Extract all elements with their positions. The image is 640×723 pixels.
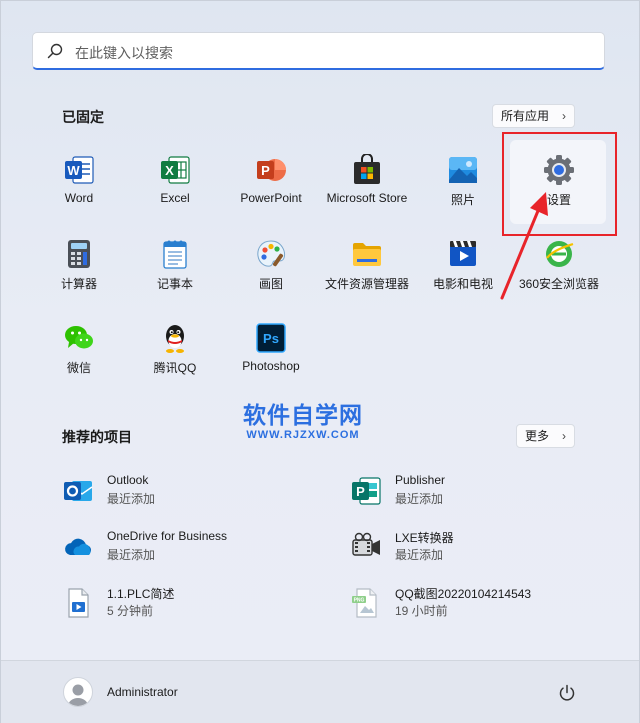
recommended-item-onedrive[interactable]: OneDrive for Business 最近添加 <box>62 529 332 565</box>
browser-360-icon <box>543 238 575 270</box>
png-file-icon: PNG <box>350 587 382 619</box>
avatar[interactable] <box>63 677 93 707</box>
pinned-app-movies-tv[interactable]: 电影和电视 <box>413 232 513 308</box>
search-input[interactable]: 在此键入以搜索 <box>32 32 605 70</box>
lxe-converter-icon <box>350 531 382 563</box>
search-icon <box>47 43 63 64</box>
pinned-app-excel[interactable]: X Excel <box>125 148 225 224</box>
app-label: 记事本 <box>156 277 193 291</box>
more-button[interactable]: 更多 › <box>516 424 575 448</box>
app-label: 计算器 <box>60 277 97 291</box>
recommended-item-lxe-converter[interactable]: LXE转换器 最近添加 <box>350 529 620 565</box>
pinned-app-word[interactable]: W Word <box>29 148 129 224</box>
app-label: Word <box>64 191 94 205</box>
chevron-right-icon: › <box>562 109 566 123</box>
pinned-app-settings[interactable]: 设置 <box>509 148 609 224</box>
all-apps-button[interactable]: 所有应用 › <box>492 104 575 128</box>
recommended-name: Publisher <box>395 473 446 487</box>
recommended-item-outlook[interactable]: Outlook 最近添加 <box>62 473 332 509</box>
recommended-name: QQ截图20220104214543 <box>395 587 532 601</box>
excel-icon: X <box>159 154 191 186</box>
recommended-time: 5 分钟前 <box>107 604 154 618</box>
photos-icon <box>447 154 479 186</box>
svg-text:PNG: PNG <box>354 598 365 604</box>
svg-text:W: W <box>67 163 80 178</box>
pinned-app-microsoft-store[interactable]: Microsoft Store <box>317 148 417 224</box>
app-label: Microsoft Store <box>326 191 408 205</box>
app-label: 微信 <box>66 361 91 375</box>
recommended-title: 推荐的项目 <box>62 429 132 445</box>
recommended-item-plc-video[interactable]: 1.1.PLC简述 5 分钟前 <box>62 585 332 621</box>
user-name[interactable]: Administrator <box>107 685 178 699</box>
pinned-app-photos[interactable]: 照片 <box>413 148 513 224</box>
gear-icon <box>543 154 575 186</box>
pinned-app-paint[interactable]: 画图 <box>221 232 321 308</box>
watermark: 软件自学网 WWW.RJZXW.COM <box>228 402 378 442</box>
power-icon <box>559 684 575 701</box>
svg-text:P: P <box>356 484 365 499</box>
onedrive-icon <box>62 531 94 563</box>
movies-icon <box>447 238 479 270</box>
recommended-name: OneDrive for Business <box>107 529 228 543</box>
recommended-item-qq-screenshot[interactable]: PNG QQ截图20220104214543 19 小时前 <box>350 585 620 621</box>
pinned-title: 已固定 <box>62 109 104 125</box>
recommended-time: 最近添加 <box>107 548 156 562</box>
watermark-title: 软件自学网 <box>243 402 363 428</box>
wechat-icon <box>63 322 95 354</box>
app-label: PowerPoint <box>240 191 302 205</box>
app-label: 文件资源管理器 <box>324 277 409 291</box>
qq-icon <box>159 322 191 354</box>
pinned-app-powerpoint[interactable]: P PowerPoint <box>221 148 321 224</box>
pinned-app-notepad[interactable]: 记事本 <box>125 232 225 308</box>
video-file-icon <box>62 587 94 619</box>
pinned-app-file-explorer[interactable]: 文件资源管理器 <box>317 232 417 308</box>
recommended-name: 1.1.PLC简述 <box>107 587 175 601</box>
recommended-time: 19 小时前 <box>395 604 448 618</box>
calculator-icon <box>63 238 95 270</box>
outlook-icon <box>62 475 94 507</box>
svg-text:P: P <box>261 163 270 178</box>
recommended-item-publisher[interactable]: P Publisher 最近添加 <box>350 473 620 509</box>
pinned-app-photoshop[interactable]: Ps Photoshop <box>221 316 321 392</box>
word-icon: W <box>63 154 95 186</box>
notepad-icon <box>159 238 191 270</box>
store-icon <box>351 153 383 186</box>
recommended-time: 最近添加 <box>395 548 444 562</box>
publisher-icon: P <box>350 475 382 507</box>
recommended-time: 最近添加 <box>395 492 444 506</box>
pinned-app-wechat[interactable]: 微信 <box>29 316 129 392</box>
app-label: Photoshop <box>242 359 300 373</box>
powerpoint-icon: P <box>255 154 287 186</box>
app-label: 电影和电视 <box>432 277 493 291</box>
app-label: Excel <box>160 191 190 205</box>
app-label: 360安全浏览器 <box>518 277 600 291</box>
all-apps-label: 所有应用 <box>501 109 550 123</box>
app-label: 画图 <box>258 277 283 291</box>
pinned-app-qq[interactable]: 腾讯QQ <box>125 316 225 392</box>
paint-icon <box>255 238 287 270</box>
app-label: 照片 <box>450 193 475 207</box>
recommended-time: 最近添加 <box>107 492 156 506</box>
chevron-right-icon: › <box>562 429 566 443</box>
more-label: 更多 <box>525 429 550 443</box>
recommended-name: Outlook <box>107 473 149 487</box>
recommended-name: LXE转换器 <box>395 531 454 545</box>
svg-text:Ps: Ps <box>263 331 279 346</box>
search-placeholder: 在此键入以搜索 <box>75 45 173 61</box>
svg-text:X: X <box>165 163 174 178</box>
folder-icon <box>351 238 383 270</box>
user-icon <box>68 684 88 706</box>
pinned-app-360-browser[interactable]: 360安全浏览器 <box>509 232 609 308</box>
watermark-url: WWW.RJZXW.COM <box>246 429 360 441</box>
app-label: 腾讯QQ <box>153 361 197 375</box>
app-label: 设置 <box>546 193 571 207</box>
photoshop-icon: Ps <box>255 322 287 354</box>
start-footer: Administrator <box>1 660 639 723</box>
pinned-app-calculator[interactable]: 计算器 <box>29 232 129 308</box>
power-button[interactable] <box>557 683 577 703</box>
